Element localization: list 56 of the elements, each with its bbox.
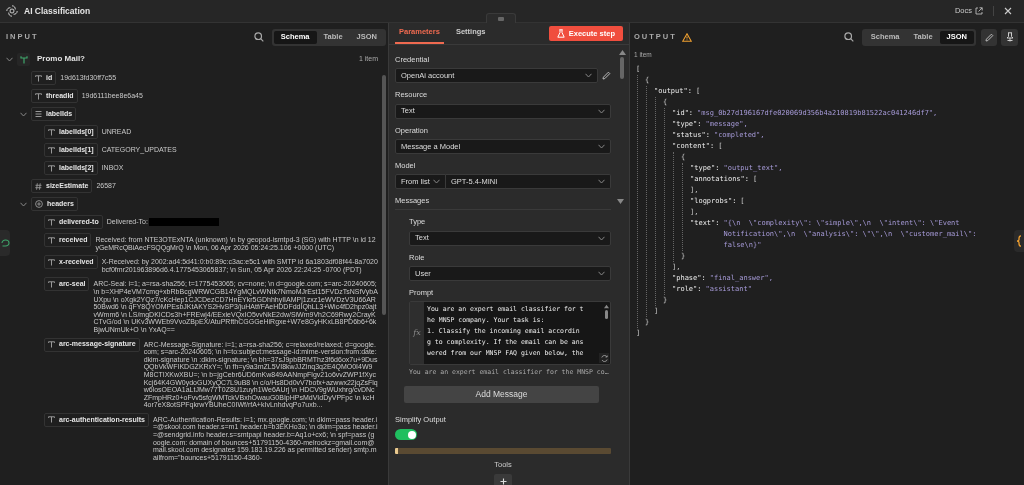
pin-icon <box>1005 32 1014 42</box>
text-type-icon <box>48 164 55 172</box>
expand-icon <box>600 354 608 362</box>
edit-button[interactable] <box>981 28 997 46</box>
pin-button[interactable] <box>1001 28 1018 46</box>
scroll-up-icon <box>603 304 609 309</box>
expand-button[interactable] <box>599 353 609 363</box>
number-type-icon <box>35 182 42 190</box>
text-type-icon <box>35 92 42 100</box>
text-type-icon <box>48 280 55 288</box>
window-title: AI Classification <box>24 4 91 18</box>
toggle-switch[interactable] <box>395 429 417 441</box>
scroll-down-icon[interactable] <box>617 199 624 204</box>
scrollbar[interactable] <box>604 310 608 319</box>
add-message-button[interactable]: Add Message <box>404 385 599 403</box>
pencil-icon <box>984 32 994 42</box>
text-type-icon <box>48 146 55 154</box>
chevron-icon <box>585 73 592 79</box>
loop-icon <box>0 239 10 247</box>
pencil-icon[interactable] <box>602 71 611 81</box>
side-handle[interactable] <box>1014 230 1024 252</box>
expression-marker: fx <box>413 327 421 339</box>
drag-handle[interactable] <box>486 13 516 23</box>
chevron-icon[interactable] <box>6 56 13 62</box>
node-label: Promo Mail? <box>37 53 85 65</box>
scroll-up-icon[interactable] <box>618 50 626 55</box>
text-type-icon <box>48 128 55 136</box>
text-type-icon <box>48 416 55 424</box>
chevron-icon[interactable] <box>19 201 27 207</box>
text-type-icon <box>48 218 55 226</box>
brace-icon <box>1016 235 1022 247</box>
text-type-icon <box>48 258 55 266</box>
search-icon[interactable] <box>253 32 264 42</box>
chevron-icon <box>598 143 605 149</box>
add-tool-button[interactable] <box>494 474 512 485</box>
chevron-icon <box>598 235 605 241</box>
chevron-icon <box>598 179 605 184</box>
plus-icon <box>499 477 507 485</box>
external-link-icon <box>975 7 983 15</box>
text-type-icon <box>48 341 55 349</box>
logo-icon <box>6 5 18 17</box>
chevron-icon <box>433 179 440 184</box>
chevron-icon <box>598 270 605 276</box>
text-type-icon <box>48 236 55 244</box>
chevron-icon <box>598 108 605 114</box>
flask-icon <box>556 29 565 38</box>
chevron-icon[interactable] <box>19 111 27 117</box>
grip-icon <box>498 16 504 21</box>
search-icon[interactable] <box>843 32 854 42</box>
object-type-icon <box>35 200 43 208</box>
scrollbar[interactable] <box>620 57 624 79</box>
text-type-icon <box>35 74 42 82</box>
side-handle[interactable] <box>0 230 10 256</box>
list-type-icon <box>35 111 42 117</box>
close-icon[interactable] <box>1004 7 1012 15</box>
scrollbar[interactable] <box>382 75 386 315</box>
